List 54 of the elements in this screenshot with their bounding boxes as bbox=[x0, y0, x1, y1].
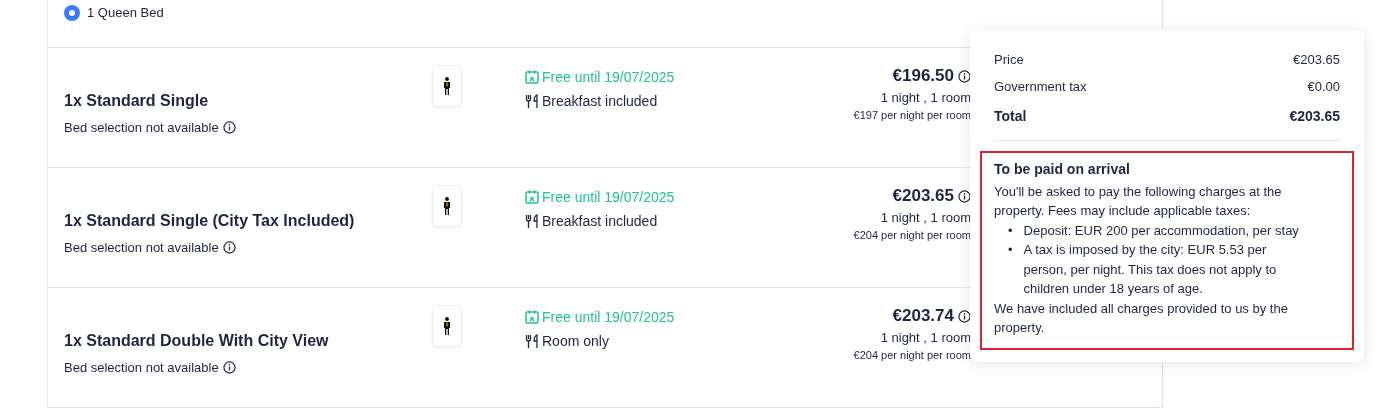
room-price: €203.65 bbox=[892, 186, 954, 206]
cancellation-text: Free until 19/07/2025 bbox=[542, 309, 675, 325]
charge-item: Deposit: EUR 200 per accommodation, per stay bbox=[1023, 221, 1299, 240]
meal-text: Breakfast included bbox=[542, 93, 658, 109]
price-label: Price bbox=[994, 52, 1024, 67]
person-icon bbox=[442, 197, 452, 215]
bed-note: Bed selection not available bbox=[64, 240, 219, 255]
meal-text: Room only bbox=[542, 333, 609, 349]
room-title: 1x Standard Double With City View bbox=[64, 332, 330, 350]
price-value: €203.65 bbox=[1293, 52, 1340, 67]
bed-note: Bed selection not available bbox=[64, 360, 219, 375]
per-night-price: €204 per night per room bbox=[853, 229, 971, 241]
info-icon[interactable] bbox=[958, 69, 971, 83]
cutlery-icon bbox=[525, 333, 539, 349]
room-price: €203.74 bbox=[892, 306, 954, 326]
bullet-mark: • bbox=[1008, 241, 1013, 259]
occupancy-button[interactable] bbox=[432, 65, 462, 107]
info-icon[interactable] bbox=[222, 241, 236, 254]
bed-note: Bed selection not available bbox=[64, 120, 219, 135]
cancellation-text: Free until 19/07/2025 bbox=[542, 189, 675, 205]
person-icon bbox=[442, 317, 452, 335]
bullet-mark: • bbox=[1008, 221, 1013, 240]
room-title: 1x Standard Single (City Tax Included) bbox=[64, 212, 356, 230]
per-night-price: €204 per night per room bbox=[853, 349, 971, 361]
stay-length: 1 night , 1 room bbox=[880, 330, 971, 345]
cutlery-icon bbox=[525, 93, 539, 109]
price-value: €203.65 bbox=[1289, 107, 1340, 124]
cancellation-text: Free until 19/07/2025 bbox=[542, 69, 675, 85]
cutlery-icon bbox=[525, 213, 539, 229]
calendar-icon bbox=[525, 70, 539, 84]
price-label: Total bbox=[994, 107, 1027, 124]
calendar-icon bbox=[525, 190, 539, 204]
bed-option-label: 1 Queen Bed bbox=[87, 5, 164, 20]
person-icon bbox=[442, 77, 452, 95]
meal-text: Breakfast included bbox=[542, 213, 658, 229]
charge-item: A tax is imposed by the city: EUR 5.53 per person, per night. This tax does not apply to children under 18 years of age. bbox=[1023, 241, 1278, 298]
radio-button[interactable] bbox=[64, 4, 80, 21]
room-title: 1x Standard Single bbox=[64, 92, 210, 110]
arrival-title: To be paid on arrival bbox=[994, 160, 1131, 179]
price-value: €0.00 bbox=[1307, 79, 1340, 94]
price-label: Government tax bbox=[994, 79, 1087, 94]
stay-length: 1 night , 1 room bbox=[880, 210, 971, 225]
info-icon[interactable] bbox=[958, 309, 971, 323]
info-icon[interactable] bbox=[958, 189, 971, 203]
calendar-icon bbox=[525, 310, 539, 324]
per-night-price: €197 per night per room bbox=[853, 109, 971, 121]
arrival-note: We have included all charges provided to us by the property. bbox=[994, 299, 1289, 337]
room-price: €196.50 bbox=[892, 66, 954, 86]
info-icon[interactable] bbox=[222, 361, 236, 374]
info-icon[interactable] bbox=[222, 121, 236, 134]
occupancy-button[interactable] bbox=[432, 185, 462, 227]
stay-length: 1 night , 1 room bbox=[880, 90, 971, 105]
occupancy-button[interactable] bbox=[432, 305, 462, 347]
arrival-intro: You'll be asked to pay the following charges at the property. Fees may include applicable taxes: bbox=[994, 182, 1283, 220]
